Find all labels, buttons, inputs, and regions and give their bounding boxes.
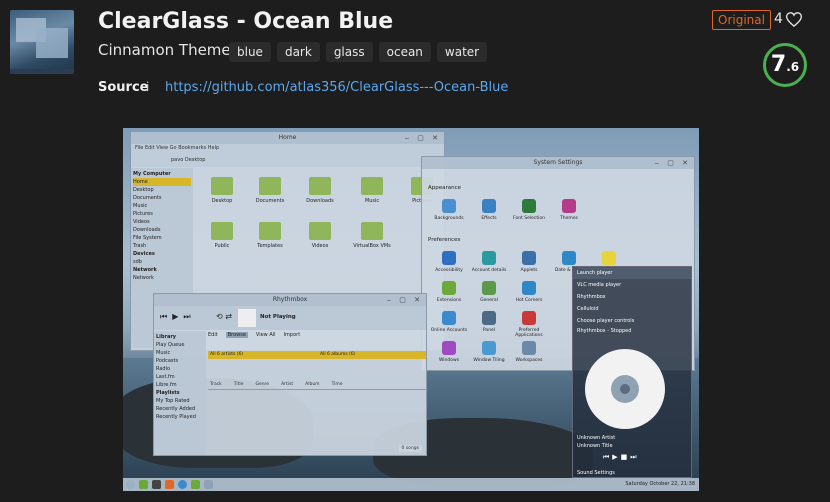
tag-blue[interactable]: blue bbox=[229, 42, 271, 62]
source-label: Source bbox=[98, 80, 149, 95]
tag-water[interactable]: water bbox=[436, 42, 488, 62]
folder-icon bbox=[259, 177, 281, 195]
score-integer: 7 bbox=[770, 52, 787, 77]
like-button[interactable]: 4 bbox=[774, 11, 802, 27]
album-art-disc bbox=[585, 349, 665, 429]
taskbar-panel: Saturday October 22, 21:38 bbox=[123, 478, 699, 491]
folder-icon bbox=[259, 222, 281, 240]
tag-list: blue dark glass ocean water bbox=[229, 42, 488, 62]
folder-icon bbox=[309, 177, 331, 195]
rhythmbox-sidebar: Library Play Queue Music Podcasts Radio … bbox=[154, 331, 206, 455]
window-titlebar: System Settings ‒ ▢ ✕ bbox=[422, 157, 694, 169]
like-count: 4 bbox=[774, 11, 783, 27]
menu-bar: File Edit View Go Bookmarks Help bbox=[131, 144, 444, 153]
folder-icon bbox=[211, 222, 233, 240]
folder-icon bbox=[211, 177, 233, 195]
source-link[interactable]: https://github.com/atlas356/ClearGlass--… bbox=[165, 80, 508, 95]
folder-icon bbox=[309, 222, 331, 240]
folder-icon bbox=[361, 177, 383, 195]
theme-thumbnail[interactable] bbox=[10, 10, 74, 74]
page-title: ClearGlass - Ocean Blue bbox=[98, 9, 394, 34]
original-badge: Original bbox=[712, 10, 771, 30]
sound-applet-popup: Launch player VLC media player Rhythmbox… bbox=[572, 266, 692, 478]
thumb-panel bbox=[10, 69, 74, 74]
category-label[interactable]: Cinnamon Themes bbox=[98, 41, 238, 59]
path-bar: pavo Desktop bbox=[131, 153, 444, 167]
tag-glass[interactable]: glass bbox=[325, 42, 373, 62]
heart-icon bbox=[785, 11, 802, 27]
rhythmbox-window: Rhythmbox ‒ ▢ ✕ ⏮▶⏭ ⟲ ⇄ Not Playing Edit … bbox=[153, 293, 427, 456]
panel-clock: Saturday October 22, 21:38 bbox=[625, 481, 695, 487]
rating-score: 7.6 bbox=[763, 43, 807, 87]
tag-ocean[interactable]: ocean bbox=[378, 42, 431, 62]
folder-icon bbox=[361, 222, 383, 240]
info-icon[interactable]: i bbox=[146, 80, 149, 94]
score-decimal: .6 bbox=[786, 60, 800, 74]
window-titlebar: Home ‒ ▢ ✕ bbox=[131, 132, 444, 144]
tag-dark[interactable]: dark bbox=[276, 42, 320, 62]
theme-screenshot[interactable]: Home ‒ ▢ ✕ File Edit View Go Bookmarks He… bbox=[123, 128, 699, 491]
window-titlebar: Rhythmbox ‒ ▢ ✕ bbox=[154, 294, 426, 306]
thumb-window bbox=[36, 28, 68, 58]
